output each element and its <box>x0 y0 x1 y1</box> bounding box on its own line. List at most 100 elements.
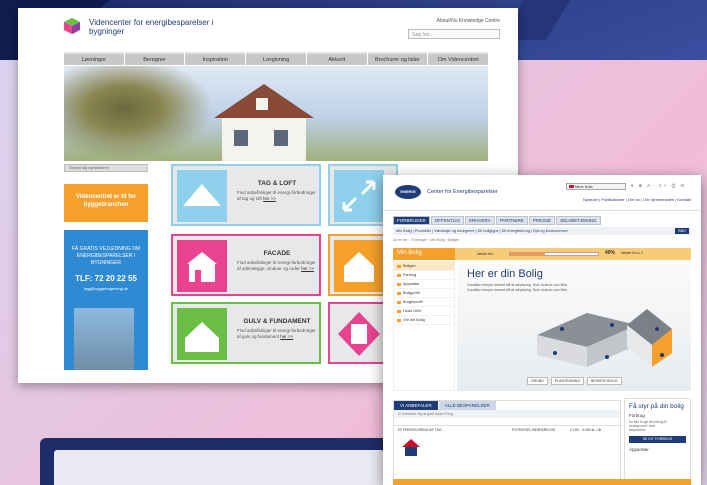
tab-erhverv[interactable]: ERHVERV <box>465 216 495 225</box>
links-select[interactable]: Mine links <box>566 183 626 190</box>
background-bottom-window <box>40 438 400 485</box>
card-title: FACADE <box>263 250 291 257</box>
nav-item-lovgivning[interactable]: Lovgivning <box>246 52 306 65</box>
nav-item-brochurer[interactable]: Brochurer og lister <box>367 52 428 65</box>
progress-percent: 40% <box>605 250 616 256</box>
next-step-label: Næste trin <box>477 252 494 256</box>
recommendation-tabs: VI ANBEFALER ALLE BESPARELSER <box>394 401 620 410</box>
see-consumption-button[interactable]: SE DIT FORBRUG <box>629 436 686 443</box>
email-address[interactable]: byg@byggeriogenergi.dk <box>64 285 148 292</box>
card-facade[interactable]: FACADE Find anbefalinger til energi-forb… <box>171 234 321 296</box>
utility-links[interactable]: Nyheder | Publikationer | Om os | Om hje… <box>583 197 691 202</box>
view-plantegning-button[interactable]: PLANTEGNING <box>550 377 584 385</box>
house-3d-icon[interactable] <box>517 295 687 375</box>
sidebar-item-apparater[interactable]: Apparater <box>394 280 454 289</box>
card-link[interactable]: her >> <box>280 334 293 339</box>
sidebar-item-brugerprofil[interactable]: Brugerprofil <box>394 298 454 307</box>
calculator-icon <box>338 312 380 356</box>
newsletter-strip[interactable]: Tilmeld dig nyhedsbrev <box>64 164 148 172</box>
section-header: Min Bolig Næste trin 40% Næste trin ▸ 2 <box>393 248 691 260</box>
blue-banner-text: FÅ GRATIS VEJLEDNING OM ENERGIBESPARELSE… <box>71 246 141 266</box>
bottom-window-inner <box>54 450 384 485</box>
progress-fill <box>510 253 546 255</box>
main-nav: FORBRUGER OFFENTLIG ERHVERV PARTNERE PRE… <box>393 216 601 225</box>
row-savings-label: POTENTIEL BESPARELSE <box>512 428 556 432</box>
house-red-icon <box>402 439 420 456</box>
house-image <box>214 84 314 161</box>
table-row[interactable]: EFTERISOLERING AF TAG POTENTIEL BESPAREL… <box>394 425 622 433</box>
breadcrumb[interactable]: Du er her: › Forbruger › Min Bolig › Bol… <box>393 238 459 242</box>
nav-item-aktuelt[interactable]: Aktuelt <box>306 52 367 65</box>
right-text: Du kan bruge dit forbrug til at følge me… <box>629 420 667 432</box>
flag-icon <box>569 185 574 188</box>
search-button[interactable]: SØG <box>675 228 689 234</box>
sidebar-item-forbrug[interactable]: Forbrug <box>394 271 454 280</box>
blue-banner[interactable]: FÅ GRATIS VEJLEDNING OM ENERGIBESPARELSE… <box>64 230 148 370</box>
tab-partnere[interactable]: PARTNERE <box>495 216 528 225</box>
right-subtitle: Forbrug <box>629 413 645 418</box>
search-input[interactable]: Søg her... <box>408 29 500 39</box>
sidebar-menu: Boligen Forbrug Apparater Boligprofil Br… <box>393 261 455 391</box>
card-text: Find anbefalinger til energi-forbedringe… <box>237 328 316 339</box>
floor-icon <box>177 308 227 360</box>
tree-image <box>64 66 214 161</box>
hero-image <box>64 66 488 161</box>
right-panel: Få styr på din bolig Forbrug Du kan brug… <box>624 398 691 485</box>
next-step-button[interactable]: Næste trin ▸ 2 <box>621 251 643 255</box>
toolbar-icons[interactable]: ▾ ⊕ A- A+ ⎙ ✉ <box>631 183 686 189</box>
card-gulv-fundament[interactable]: GULV & FUNDAMENT Find anbefalinger til e… <box>171 302 321 364</box>
card-title: GULV & FUNDAMENT <box>243 318 311 325</box>
tab-vi-anbefaler[interactable]: VI ANBEFALER <box>394 401 439 410</box>
sidebar-item-boligprofil[interactable]: Boligprofil <box>394 289 454 298</box>
main-text: Curabitur tempor laoreet elit at adipisc… <box>467 283 568 292</box>
arrows-icon <box>334 170 384 222</box>
top-links[interactable]: About/Nu Knowledge Centre <box>437 18 500 24</box>
row-savings-value: 2.100 - 3.400 kr. / år <box>570 428 602 432</box>
worker-photo <box>74 308 134 370</box>
card-link[interactable]: her >> <box>301 266 314 271</box>
orange-footer-bar <box>393 479 691 485</box>
view-buttons: GRUND PLANTEGNING BESKRIV BOLIG <box>527 377 622 385</box>
card-text: Find anbefalinger til energi-forbedringe… <box>237 190 316 201</box>
header: ENERGI Center for Energibesparelser Mine… <box>383 175 701 211</box>
sidebar-item-hvad[interactable]: Hvad 1000 <box>394 307 454 316</box>
recommendations-panel: VI ANBEFALER ALLE BESPARELSER Vi anbefal… <box>393 400 622 485</box>
tab-offentlig[interactable]: OFFENTLIG <box>430 216 465 225</box>
nav-item-om[interactable]: Om Videncentret <box>428 52 489 65</box>
nav-item-beregner[interactable]: Beregner <box>124 52 185 65</box>
sidebar-item-om[interactable]: Om din Bolig <box>394 316 454 325</box>
tab-selvbetjening[interactable]: SELVBETJENING <box>556 216 601 225</box>
nav-item-losninger[interactable]: Løsninger <box>64 52 124 65</box>
sub-nav: Min Bolig | Produkter | Værktøjer og ber… <box>393 227 691 235</box>
main-nav: Løsninger Beregner Inspiration Lovgivnin… <box>64 52 489 65</box>
site-brand: Center for Energibesparelser <box>427 189 498 195</box>
nav-item-inspiration[interactable]: Inspiration <box>185 52 246 65</box>
tab-forbruger[interactable]: FORBRUGER <box>393 216 430 225</box>
right-title: Få styr på din bolig <box>629 403 684 410</box>
orange-banner[interactable]: Videncentret er til for byggebranchen <box>64 184 148 222</box>
card-link[interactable]: her >> <box>263 196 276 201</box>
tab-alle-besparelser[interactable]: ALLE BESPARELSER <box>438 401 497 410</box>
energi-logo[interactable]: ENERGI <box>395 185 421 199</box>
row-title: EFTERISOLERING AF TAG <box>398 428 442 432</box>
roof-icon <box>177 170 227 222</box>
tab-presse[interactable]: PRESSE <box>528 216 556 225</box>
view-grund-button[interactable]: GRUND <box>527 377 548 385</box>
sub-nav-links[interactable]: Min Bolig | Produkter | Værktøjer og ber… <box>396 229 568 233</box>
section-title: Min Bolig <box>393 248 455 260</box>
card-tag-loft[interactable]: TAG & LOFT Find anbefalinger til energi-… <box>171 164 321 226</box>
house-orange-icon <box>334 240 384 292</box>
view-beskriv-button[interactable]: BESKRIV BOLIG <box>586 377 622 385</box>
card-title: TAG & LOFT <box>257 180 297 187</box>
phone-number: TLF: 72 20 22 55 <box>75 274 137 283</box>
house-facade-icon <box>177 240 227 292</box>
main-title: Her er din Bolig <box>467 268 543 280</box>
sidebar-item-boligen[interactable]: Boligen <box>394 262 454 271</box>
main-panel: Her er din Bolig Curabitur tempor laoree… <box>457 261 691 391</box>
site-energi: ENERGI Center for Energibesparelser Mine… <box>383 175 701 485</box>
progress-bar <box>509 252 599 256</box>
card-text: Find anbefalinger til energi-forbedringe… <box>237 260 316 271</box>
right-subtitle-2: Apparater <box>629 447 649 452</box>
cube-logo-icon <box>63 17 81 35</box>
site-brand[interactable]: Videncenter for energibesparelser i bygn… <box>89 18 239 36</box>
